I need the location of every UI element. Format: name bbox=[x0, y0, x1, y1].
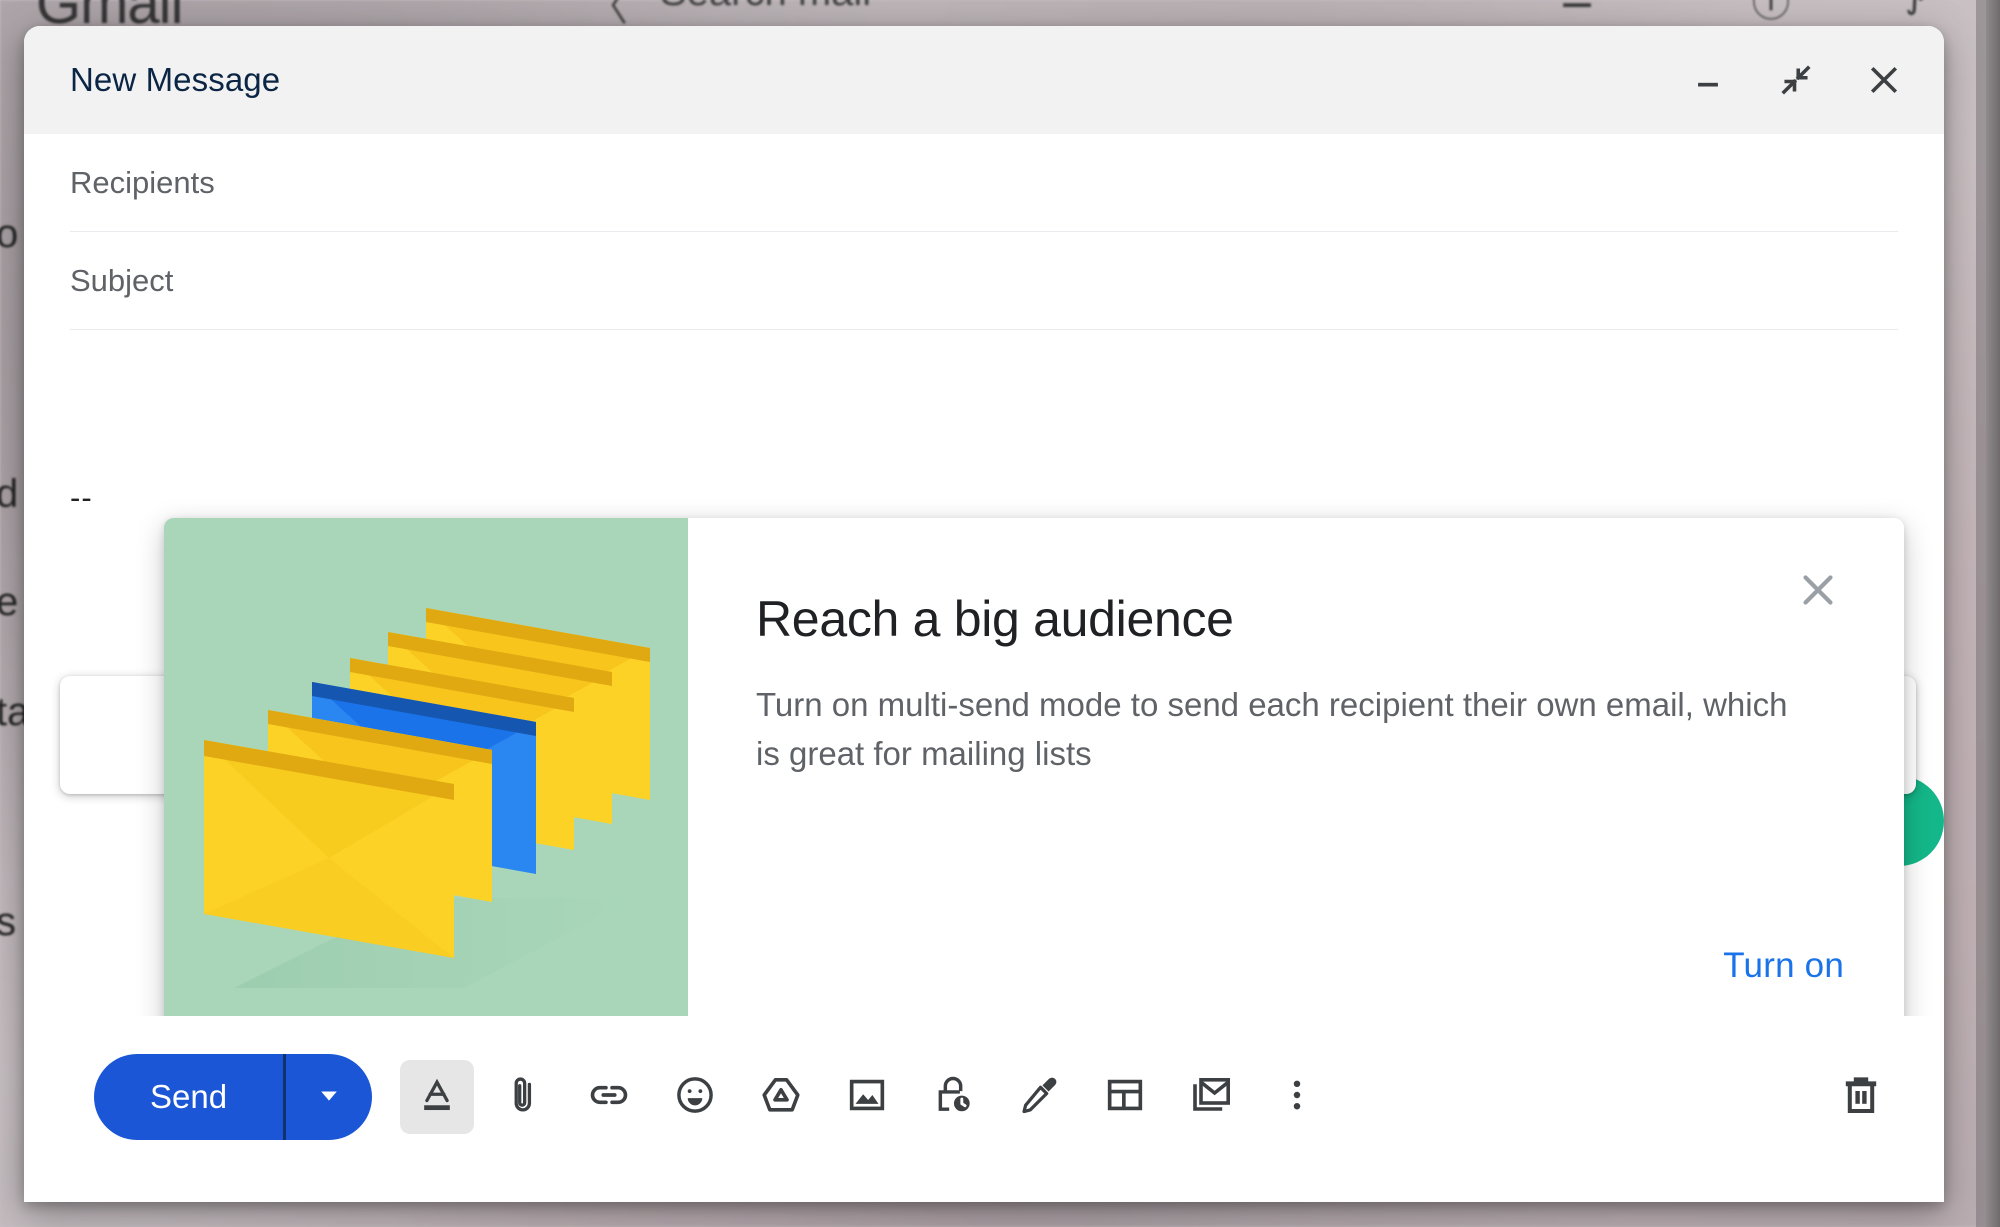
multi-send-promo-card: Reach a big audience Turn on multi-send … bbox=[164, 518, 1904, 1050]
sidebar-fragment-1: o bbox=[0, 212, 19, 256]
send-button-group[interactable]: Send bbox=[94, 1054, 373, 1140]
minimize-button[interactable] bbox=[1682, 54, 1734, 106]
exit-full-screen-icon bbox=[1778, 62, 1814, 98]
confidential-mode-button[interactable] bbox=[916, 1060, 990, 1134]
send-button[interactable]: Send bbox=[94, 1054, 287, 1140]
promo-description: Turn on multi-send mode to send each rec… bbox=[756, 686, 1788, 772]
discard-draft-button[interactable] bbox=[1824, 1060, 1898, 1134]
sidebar-fragment-3: e bbox=[0, 580, 19, 624]
insert-photo-button[interactable] bbox=[830, 1060, 904, 1134]
image-icon bbox=[844, 1072, 890, 1123]
insert-drive-file-button[interactable] bbox=[744, 1060, 818, 1134]
recipients-field[interactable]: Recipients bbox=[70, 134, 1898, 232]
exit-full-screen-button[interactable] bbox=[1770, 54, 1822, 106]
trash-icon bbox=[1837, 1071, 1885, 1124]
minimize-icon bbox=[1691, 63, 1725, 97]
envelopes-illustration bbox=[164, 518, 688, 1050]
signature-separator: -- bbox=[70, 480, 93, 515]
promo-content: Reach a big audience Turn on multi-send … bbox=[688, 518, 1904, 1050]
close-icon bbox=[1866, 62, 1902, 98]
compose-header: New Message bbox=[24, 26, 1944, 134]
promo-turn-on-link[interactable]: Turn on bbox=[1723, 946, 1844, 986]
sidebar-fragment-5: s bbox=[0, 900, 16, 944]
compose-title: New Message bbox=[70, 61, 281, 98]
pen-icon bbox=[1016, 1072, 1062, 1123]
format-text-icon bbox=[415, 1073, 459, 1122]
subject-field[interactable]: Subject bbox=[70, 232, 1898, 330]
recipients-label: Recipients bbox=[70, 164, 215, 200]
insert-link-button[interactable] bbox=[572, 1060, 646, 1134]
subject-label: Subject bbox=[70, 262, 174, 298]
send-options-button[interactable] bbox=[286, 1054, 372, 1140]
mail-stack-icon bbox=[1187, 1071, 1235, 1124]
emoji-icon bbox=[672, 1072, 718, 1123]
compose-toolbar: Send bbox=[24, 1016, 1944, 1202]
tune-icon[interactable]: ☰ bbox=[1560, 0, 1594, 17]
more-vertical-icon bbox=[1276, 1074, 1318, 1121]
close-icon bbox=[1795, 567, 1841, 618]
google-drive-icon bbox=[757, 1071, 805, 1124]
link-icon bbox=[586, 1072, 632, 1123]
sidebar-fragment-2: d bbox=[0, 472, 19, 516]
insert-signature-button[interactable] bbox=[1002, 1060, 1076, 1134]
more-options-button[interactable] bbox=[1260, 1060, 1334, 1134]
settings-icon[interactable]: ∱ bbox=[1905, 0, 1925, 17]
promo-close-button[interactable] bbox=[1788, 562, 1848, 622]
close-button[interactable] bbox=[1858, 54, 1910, 106]
search-input[interactable]: Search mail bbox=[660, 0, 871, 15]
chevron-down-icon bbox=[312, 1078, 346, 1117]
multi-send-mode-button[interactable] bbox=[1174, 1060, 1248, 1134]
formatting-options-button[interactable] bbox=[400, 1060, 475, 1134]
compose-window: New Message Recipients Subject -- Reach … bbox=[24, 26, 1944, 1202]
layouts-button[interactable] bbox=[1088, 1060, 1162, 1134]
help-icon[interactable]: ⓘ bbox=[1752, 0, 1790, 27]
insert-emoji-button[interactable] bbox=[658, 1060, 732, 1134]
compose-header-actions bbox=[1682, 54, 1910, 106]
page-edge-shade bbox=[1976, 0, 1986, 1227]
paperclip-icon bbox=[501, 1073, 545, 1122]
compose-toolbar-icons bbox=[400, 1060, 1334, 1134]
page-edge bbox=[1986, 0, 2000, 1227]
attach-files-button[interactable] bbox=[486, 1060, 560, 1134]
promo-title: Reach a big audience bbox=[756, 591, 1234, 647]
layout-icon bbox=[1102, 1072, 1148, 1123]
lock-clock-icon bbox=[930, 1072, 976, 1123]
